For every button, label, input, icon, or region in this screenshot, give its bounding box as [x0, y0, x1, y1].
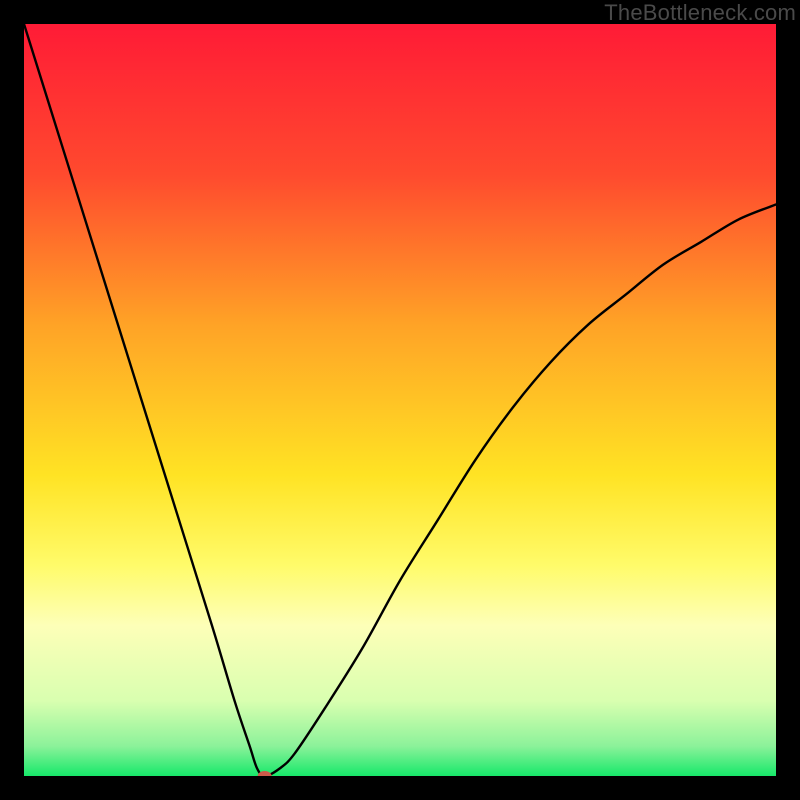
chart-frame: [24, 24, 776, 776]
chart-background: [24, 24, 776, 776]
watermark-text: TheBottleneck.com: [604, 0, 796, 26]
bottleneck-chart: [24, 24, 776, 776]
